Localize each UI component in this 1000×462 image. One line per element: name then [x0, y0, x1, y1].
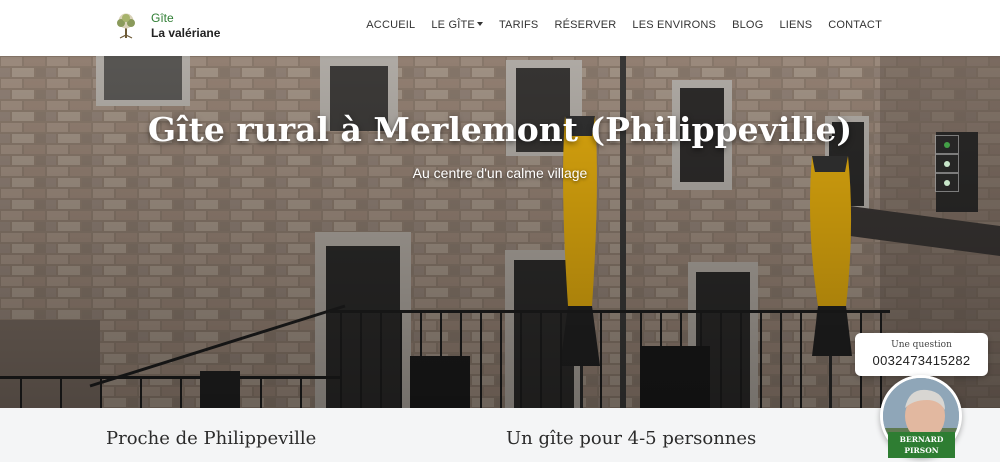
hero-carousel: Gîte rural à Merlemont (Philippeville) A…	[0, 56, 1000, 408]
contact-last-name: PIRSON	[904, 446, 939, 455]
caret-down-icon	[476, 22, 483, 26]
nav-item-accueil[interactable]: ACCUEIL	[366, 19, 415, 31]
top-navbar: Gîte La valériane ACCUEIL LE GÎTE TARIFS…	[0, 0, 1000, 56]
hero-subtitle: Au centre d'un calme village	[412, 165, 588, 181]
nav-label: RÉSERVER	[554, 19, 617, 31]
nav-item-tarifs[interactable]: TARIFS	[499, 19, 539, 31]
hero-background-photo	[0, 56, 1000, 408]
nav-label: LE GÎTE	[431, 19, 475, 31]
carousel-indicators	[935, 135, 959, 192]
contact-name-badge: BERNARD PIRSON	[888, 432, 955, 458]
heading-proche-philippeville: Proche de Philippeville	[106, 428, 317, 449]
nav-label: TARIFS	[498, 19, 539, 31]
contact-first-name: BERNARD	[899, 435, 944, 444]
contact-question-label: Une question	[891, 340, 952, 350]
dot-icon	[944, 179, 950, 186]
heading-gite-capacity: Un gîte pour 4-5 personnes	[506, 428, 757, 449]
carousel-indicator-3[interactable]	[935, 173, 959, 192]
nav-label: CONTACT	[828, 19, 882, 31]
nav-label: LES ENVIRONS	[632, 19, 717, 31]
contact-phone-number[interactable]: 0032473415282	[855, 353, 988, 368]
nav-item-reserver[interactable]: RÉSERVER	[554, 19, 616, 31]
brand-name-line2: La valériane	[151, 26, 221, 40]
nav-item-le-gite[interactable]: LE GÎTE	[431, 19, 483, 31]
brand-name-line1: Gîte	[151, 11, 174, 25]
nav-item-contact[interactable]: CONTACT	[828, 19, 882, 31]
nav-item-blog[interactable]: BLOG	[732, 19, 763, 31]
main-menu: ACCUEIL LE GÎTE TARIFS RÉSERVER LES ENVI…	[350, 19, 882, 31]
carousel-indicator-2[interactable]	[935, 154, 959, 173]
hero-title: Gîte rural à Merlemont (Philippeville)	[147, 110, 853, 149]
nav-label: LIENS	[779, 19, 813, 31]
contact-widget-card[interactable]: Une question 0032473415282	[855, 333, 988, 376]
dot-icon	[944, 160, 950, 167]
carousel-indicator-1[interactable]	[935, 135, 959, 154]
dot-active-icon	[944, 141, 950, 148]
nav-item-les-environs[interactable]: LES ENVIRONS	[632, 19, 716, 31]
nav-label: BLOG	[732, 19, 764, 31]
intro-section: Proche de Philippeville Un gîte pour 4-5…	[0, 408, 1000, 462]
tree-logo-icon	[117, 13, 135, 39]
brand-home-link[interactable]: Gîte La valériane	[113, 11, 220, 41]
nav-label: ACCUEIL	[366, 19, 416, 31]
nav-item-liens[interactable]: LIENS	[779, 19, 812, 31]
